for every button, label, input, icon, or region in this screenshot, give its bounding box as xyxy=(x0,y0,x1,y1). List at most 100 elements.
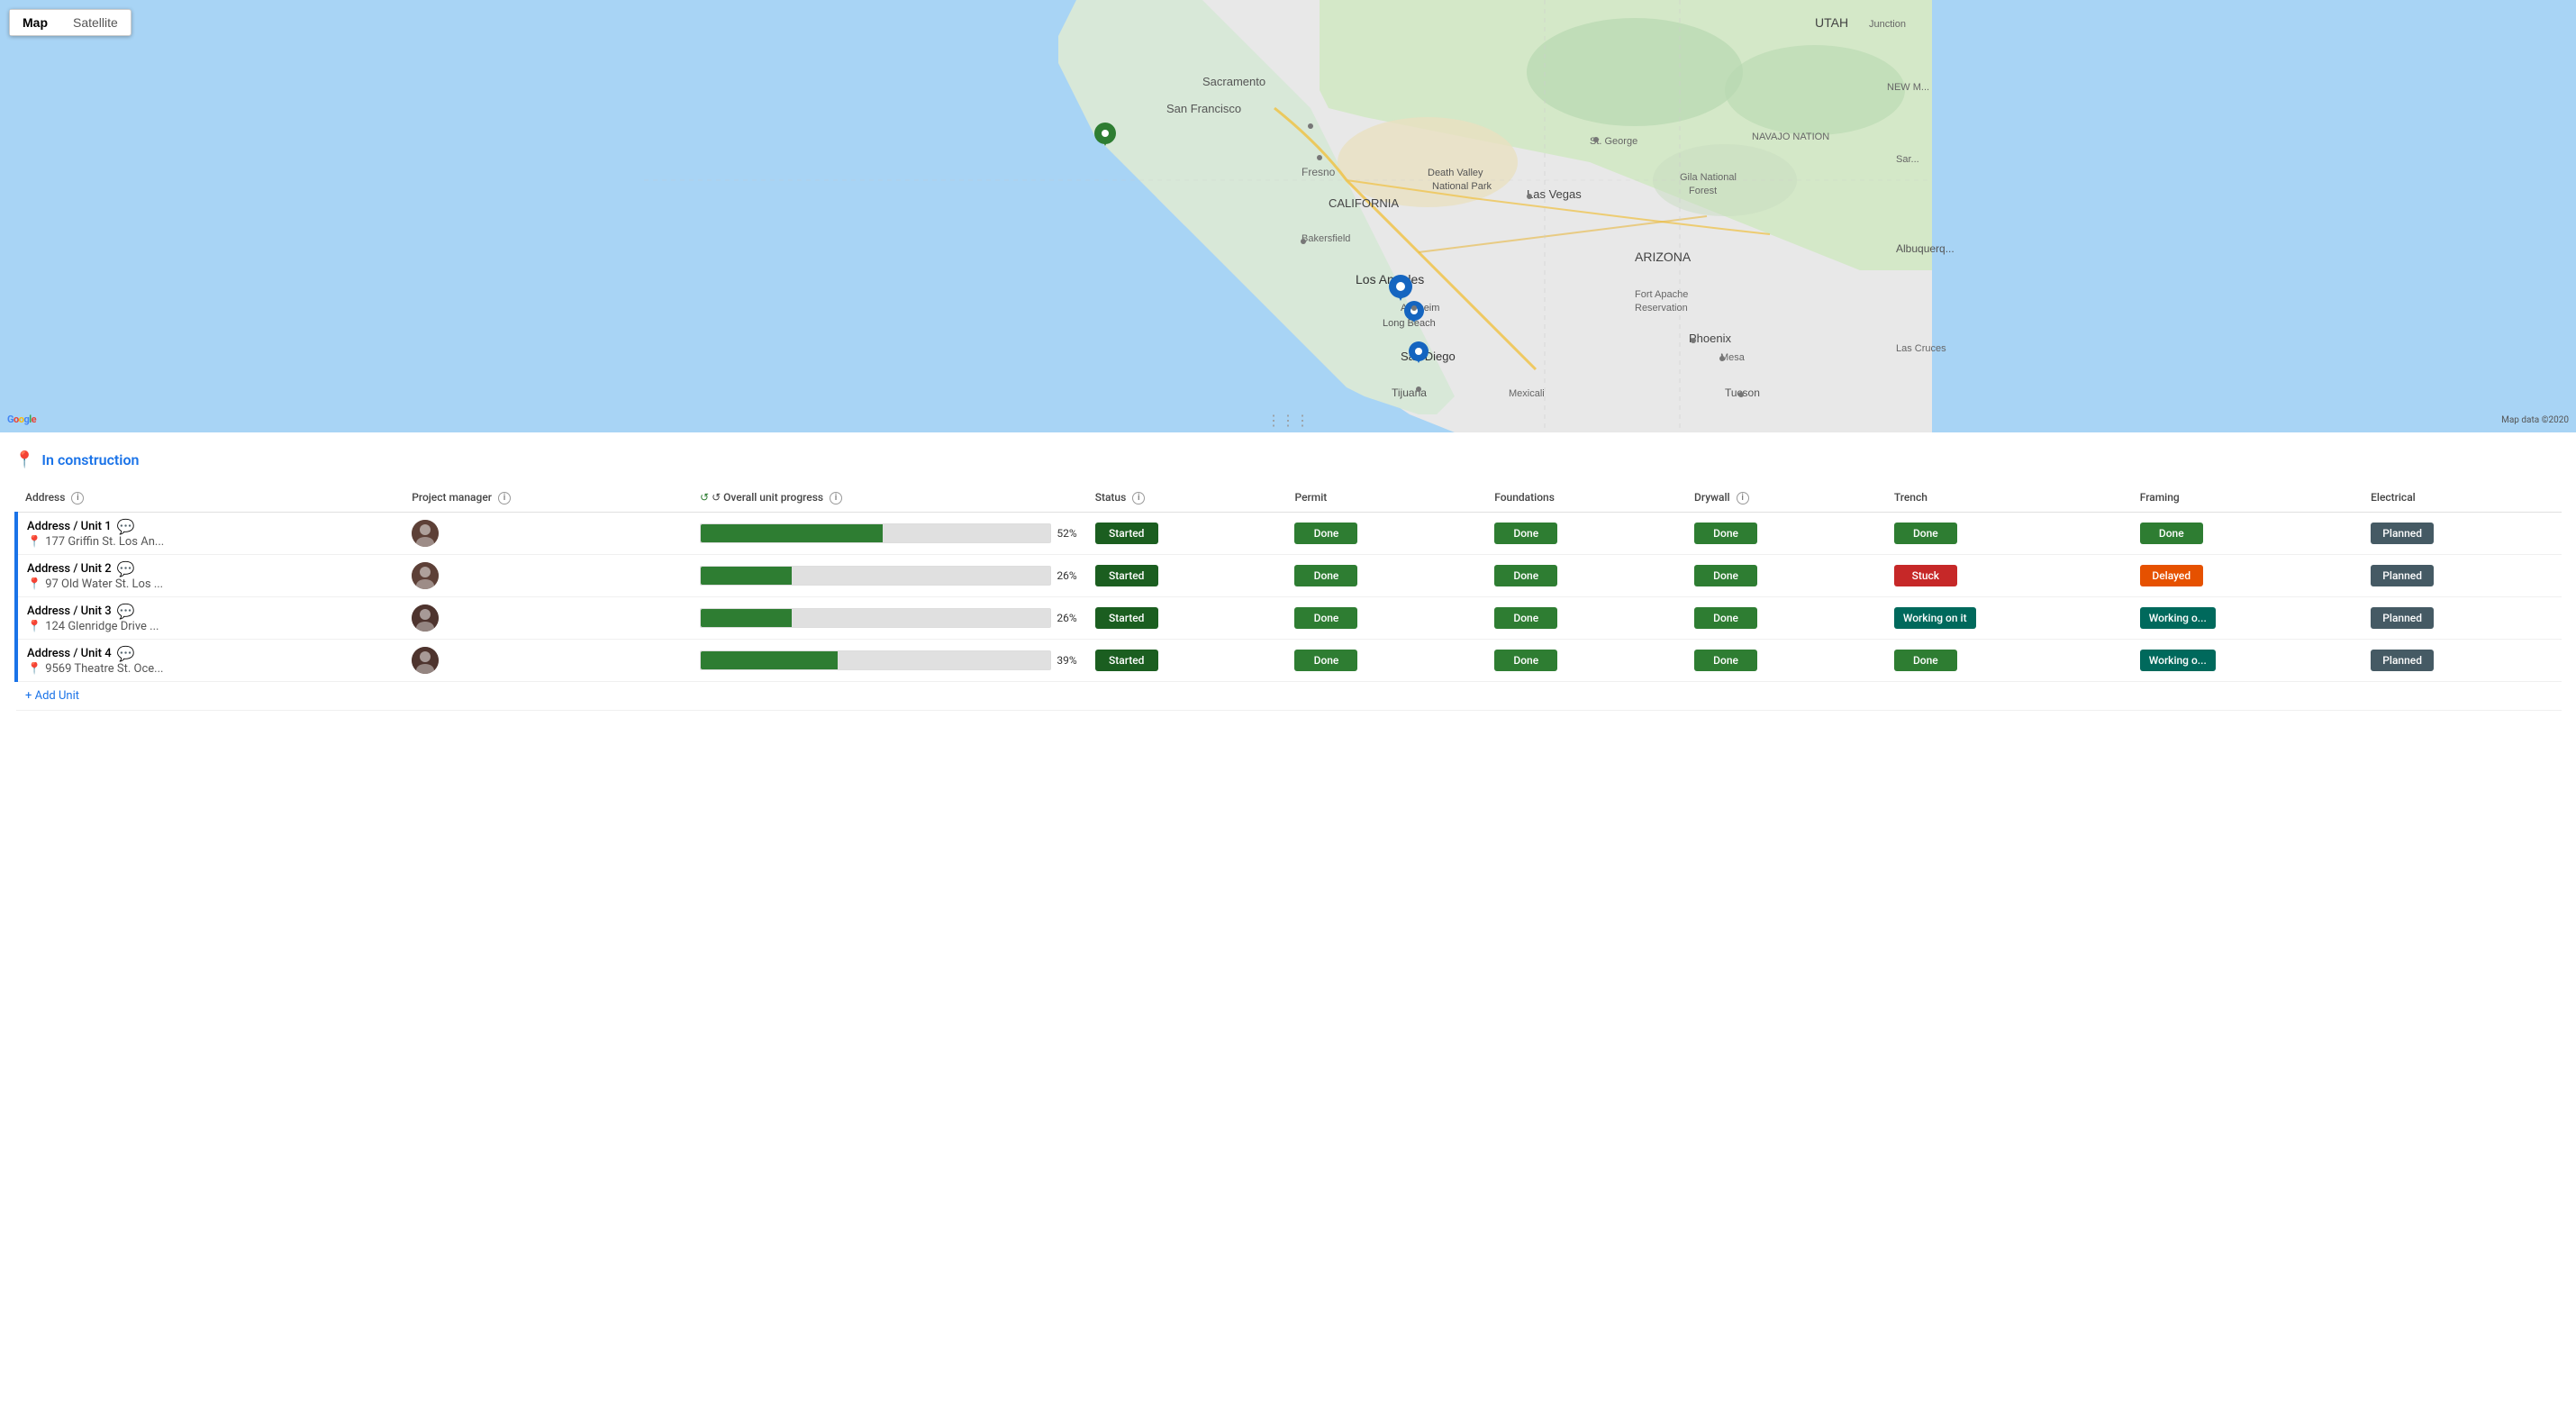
framing-badge: Working o... xyxy=(2140,607,2216,629)
drywall-cell[interactable]: Done xyxy=(1685,639,1885,681)
drywall-badge: Done xyxy=(1694,607,1757,629)
progress-cell: 39% xyxy=(691,639,1086,681)
avatar xyxy=(412,647,439,674)
permit-cell[interactable]: Done xyxy=(1285,596,1485,639)
address-info-icon[interactable]: i xyxy=(71,492,84,504)
map-drag-handle[interactable]: ⋮⋮⋮ xyxy=(1259,408,1317,432)
status-badge: Started xyxy=(1095,607,1158,629)
foundations-cell[interactable]: Done xyxy=(1485,512,1685,554)
svg-text:ARIZONA: ARIZONA xyxy=(1635,250,1692,264)
drywall-badge: Done xyxy=(1694,565,1757,586)
foundations-cell[interactable]: Done xyxy=(1485,554,1685,596)
avatar xyxy=(412,562,439,589)
address-location-text: 9569 Theatre St. Oce... xyxy=(45,662,163,676)
th-electrical: Electrical xyxy=(2362,484,2562,512)
foundations-badge: Done xyxy=(1494,650,1557,671)
svg-text:Death Valley: Death Valley xyxy=(1428,168,1483,178)
progress-percentage: 26% xyxy=(1057,612,1076,624)
status-info-icon[interactable]: i xyxy=(1132,492,1145,504)
progress-bar-fill xyxy=(701,651,837,669)
drywall-info-icon[interactable]: i xyxy=(1737,492,1749,504)
add-unit-row[interactable]: + Add Unit xyxy=(16,681,2562,710)
refresh-icon: ↺ xyxy=(700,491,709,504)
status-cell[interactable]: Started xyxy=(1086,639,1286,681)
foundations-cell[interactable]: Done xyxy=(1485,639,1685,681)
trench-cell[interactable]: Done xyxy=(1885,639,2131,681)
comment-icon[interactable]: 💬 xyxy=(117,645,135,662)
trench-cell[interactable]: Working on it xyxy=(1885,596,2131,639)
svg-text:NAVAJO NATION: NAVAJO NATION xyxy=(1752,132,1829,142)
drywall-cell[interactable]: Done xyxy=(1685,512,1885,554)
trench-badge: Stuck xyxy=(1894,565,1957,586)
foundations-badge: Done xyxy=(1494,565,1557,586)
svg-text:Bakersfield: Bakersfield xyxy=(1302,233,1350,244)
svg-text:Fort Apache: Fort Apache xyxy=(1635,289,1688,300)
th-project-manager: Project manager i xyxy=(403,484,691,512)
permit-cell[interactable]: Done xyxy=(1285,512,1485,554)
status-badge: Started xyxy=(1095,650,1158,671)
electrical-cell[interactable]: Planned xyxy=(2362,596,2562,639)
address-unit-label: Address / Unit 3 xyxy=(27,604,112,618)
electrical-cell[interactable]: Planned xyxy=(2362,639,2562,681)
map-toggle[interactable]: Map Satellite xyxy=(9,9,132,36)
framing-badge: Done xyxy=(2140,523,2203,544)
svg-text:Reservation: Reservation xyxy=(1635,303,1688,314)
permit-cell[interactable]: Done xyxy=(1285,554,1485,596)
svg-text:Long Beach: Long Beach xyxy=(1383,318,1436,329)
svg-text:Albuquerq...: Albuquerq... xyxy=(1896,242,1955,255)
permit-badge: Done xyxy=(1294,650,1357,671)
location-pin-icon: 📍 xyxy=(27,620,41,633)
th-overall-progress: ↺ ↺ Overall unit progress i xyxy=(691,484,1086,512)
drywall-cell[interactable]: Done xyxy=(1685,554,1885,596)
electrical-badge: Planned xyxy=(2371,650,2434,671)
progress-bar xyxy=(700,608,1051,628)
address-unit-label: Address / Unit 1 xyxy=(27,520,112,533)
pm-info-icon[interactable]: i xyxy=(498,492,511,504)
progress-cell: 26% xyxy=(691,554,1086,596)
th-trench: Trench xyxy=(1885,484,2131,512)
progress-info-icon[interactable]: i xyxy=(830,492,842,504)
th-framing: Framing xyxy=(2131,484,2362,512)
trench-cell[interactable]: Stuck xyxy=(1885,554,2131,596)
project-manager-cell xyxy=(403,639,691,681)
framing-cell[interactable]: Delayed xyxy=(2131,554,2362,596)
electrical-cell[interactable]: Planned xyxy=(2362,512,2562,554)
comment-icon[interactable]: 💬 xyxy=(117,560,135,577)
address-cell: Address / Unit 1 💬 📍 177 Griffin St. Los… xyxy=(16,512,403,554)
framing-badge: Working o... xyxy=(2140,650,2216,671)
framing-cell[interactable]: Done xyxy=(2131,512,2362,554)
satellite-tab-button[interactable]: Satellite xyxy=(60,10,131,35)
avatar xyxy=(412,520,439,547)
address-location-text: 97 Old Water St. Los ... xyxy=(45,577,163,591)
address-cell: Address / Unit 2 💬 📍 97 Old Water St. Lo… xyxy=(16,554,403,596)
map-data-credit: Map data ©2020 xyxy=(2501,415,2569,425)
framing-cell[interactable]: Working o... xyxy=(2131,596,2362,639)
permit-cell[interactable]: Done xyxy=(1285,639,1485,681)
status-cell[interactable]: Started xyxy=(1086,512,1286,554)
add-unit-button[interactable]: + Add Unit xyxy=(16,681,2562,710)
foundations-badge: Done xyxy=(1494,607,1557,629)
svg-text:Forest: Forest xyxy=(1689,186,1717,196)
map-tab-button[interactable]: Map xyxy=(10,10,60,35)
map-svg: Sacramento San Francisco Fresno CALIFORN… xyxy=(0,0,2576,432)
foundations-cell[interactable]: Done xyxy=(1485,596,1685,639)
progress-bar xyxy=(700,523,1051,543)
comment-icon[interactable]: 💬 xyxy=(117,603,135,620)
status-cell[interactable]: Started xyxy=(1086,554,1286,596)
progress-bar-fill xyxy=(701,609,792,627)
progress-bar-fill xyxy=(701,567,792,585)
svg-text:UTAH: UTAH xyxy=(1815,15,1848,30)
drywall-cell[interactable]: Done xyxy=(1685,596,1885,639)
comment-icon[interactable]: 💬 xyxy=(117,518,135,535)
project-manager-cell xyxy=(403,596,691,639)
th-drywall: Drywall i xyxy=(1685,484,1885,512)
trench-cell[interactable]: Done xyxy=(1885,512,2131,554)
th-status: Status i xyxy=(1086,484,1286,512)
table-row: Address / Unit 4 💬 📍 9569 Theatre St. Oc… xyxy=(16,639,2562,681)
electrical-cell[interactable]: Planned xyxy=(2362,554,2562,596)
electrical-badge: Planned xyxy=(2371,607,2434,629)
framing-cell[interactable]: Working o... xyxy=(2131,639,2362,681)
svg-text:San Francisco: San Francisco xyxy=(1166,102,1241,115)
status-cell[interactable]: Started xyxy=(1086,596,1286,639)
address-unit-label: Address / Unit 4 xyxy=(27,647,112,660)
